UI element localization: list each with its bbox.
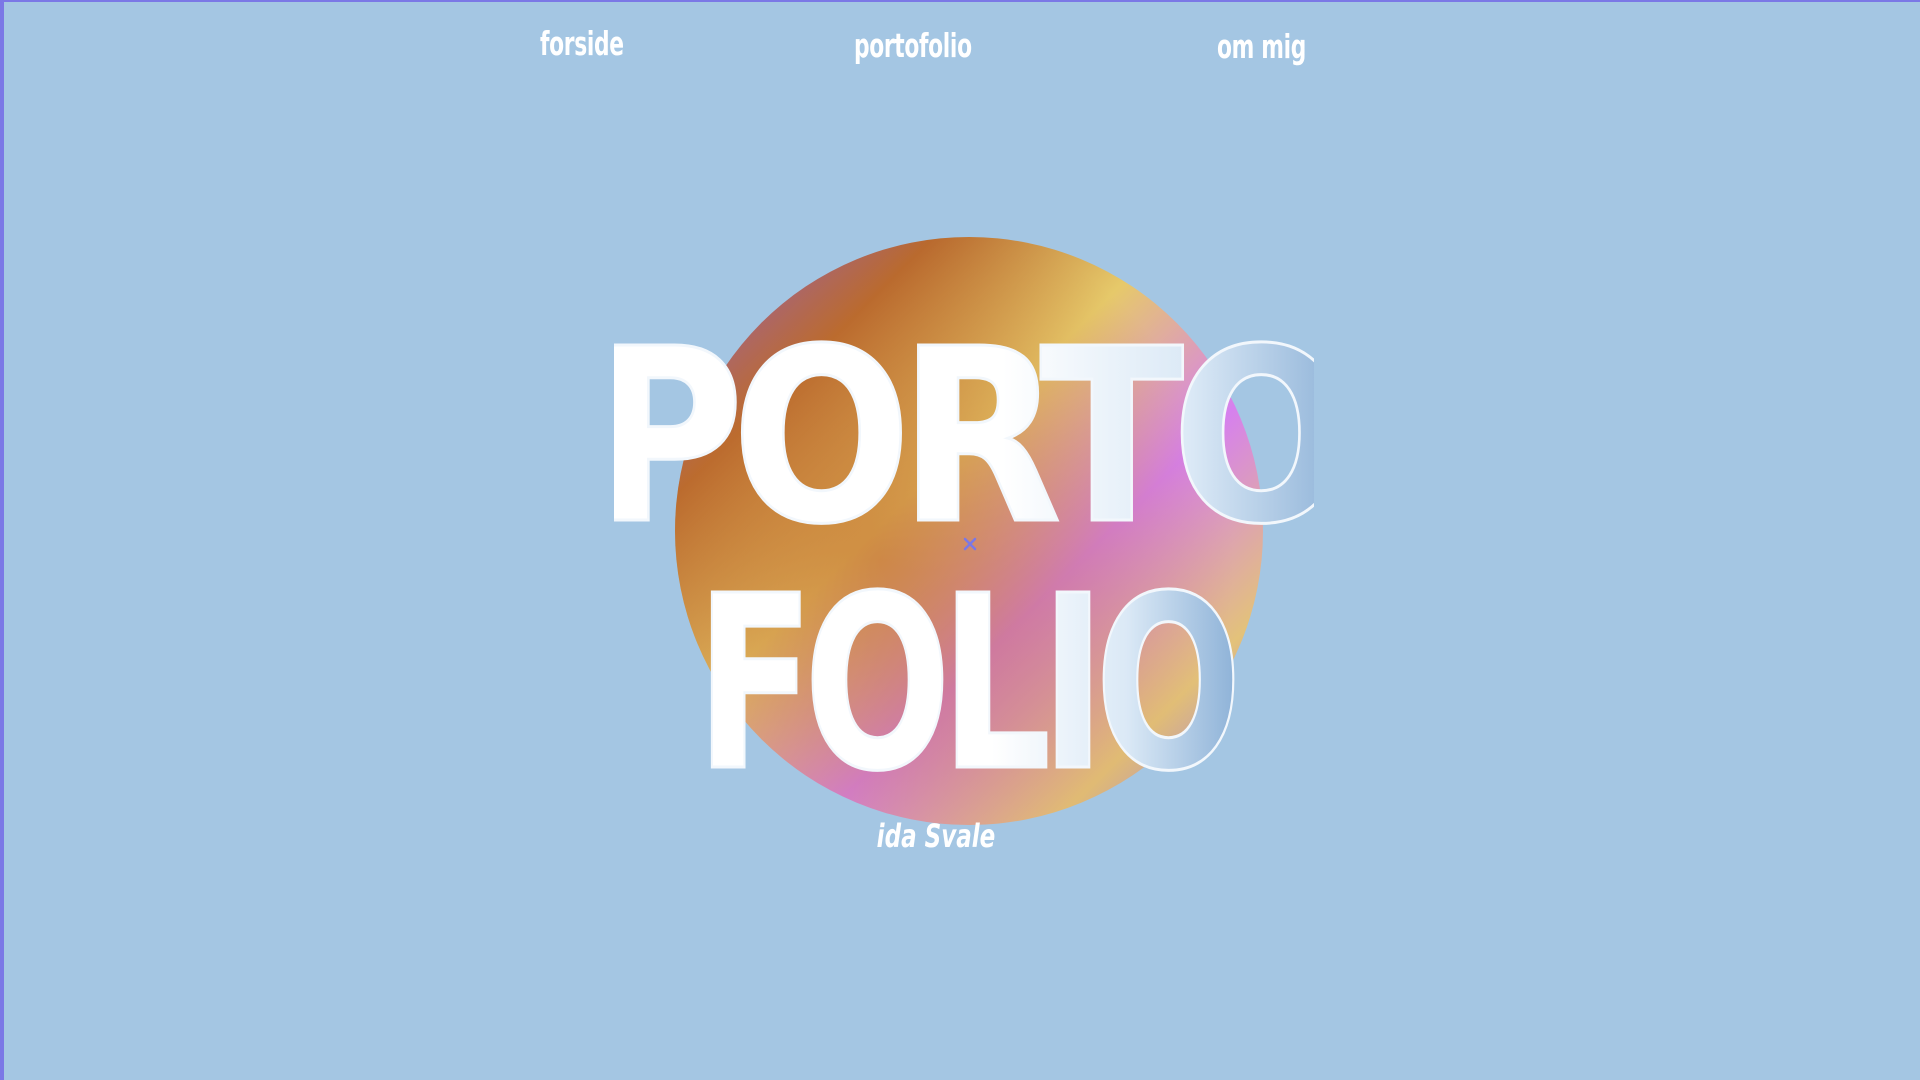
hero-title-line2: FOLIO [696, 545, 1234, 824]
hero-title-line1: PORTO [614, 298, 1314, 577]
nav-link-forside[interactable]: forside [540, 24, 624, 63]
hero-logo: PORTO FOLIO ida Svale [614, 222, 1314, 882]
nav-link-portofolio[interactable]: portofolio [854, 26, 972, 65]
nav-link-om-mig[interactable]: om mig [1217, 27, 1306, 66]
author-name: ida Svale [877, 817, 996, 855]
hero-logo-graphic: PORTO FOLIO ida Svale [614, 237, 1314, 855]
page: forside portofolio om mig PORTO FOLIO id… [0, 0, 1920, 1080]
